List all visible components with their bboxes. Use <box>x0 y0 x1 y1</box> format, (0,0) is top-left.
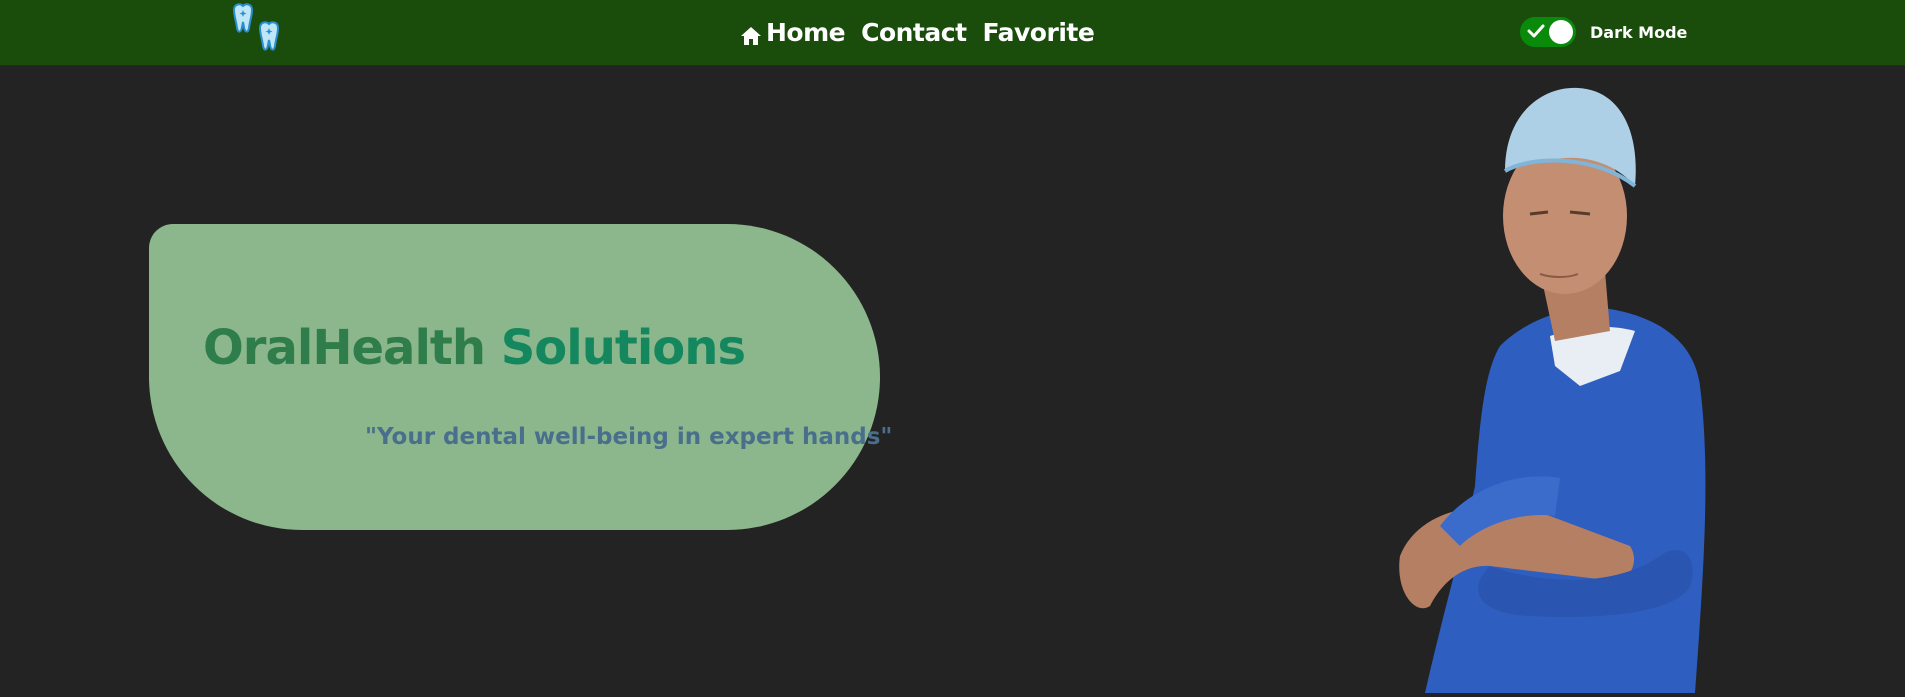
hero-title-main: OralHealth <box>203 320 486 376</box>
hero-tagline: "Your dental well-being in expert hands" <box>365 424 893 450</box>
nav-favorite-link[interactable]: Favorite <box>983 18 1095 47</box>
nav-home-label: Home <box>766 18 846 47</box>
check-icon <box>1527 24 1545 38</box>
home-icon <box>740 24 762 46</box>
navbar: Home Contact Favorite Dark Mode <box>0 0 1905 66</box>
dark-mode-label: Dark Mode <box>1590 22 1688 42</box>
nav-contact-link[interactable]: Contact <box>861 18 967 47</box>
teeth-logo-icon[interactable] <box>230 2 290 56</box>
nav-home-link[interactable]: Home <box>740 18 846 47</box>
hero-card: OralHealth Solutions "Your dental well-b… <box>149 224 892 530</box>
main-nav: Home Contact Favorite <box>740 0 1095 65</box>
dark-mode-toggle[interactable] <box>1520 17 1576 47</box>
doctor-in-scrubs-photo <box>1380 86 1760 693</box>
dark-mode-control: Dark Mode <box>1520 17 1687 47</box>
hero-title-accent: Solutions <box>500 320 746 376</box>
hero-title: OralHealth Solutions <box>203 320 746 376</box>
toggle-knob <box>1549 20 1573 44</box>
